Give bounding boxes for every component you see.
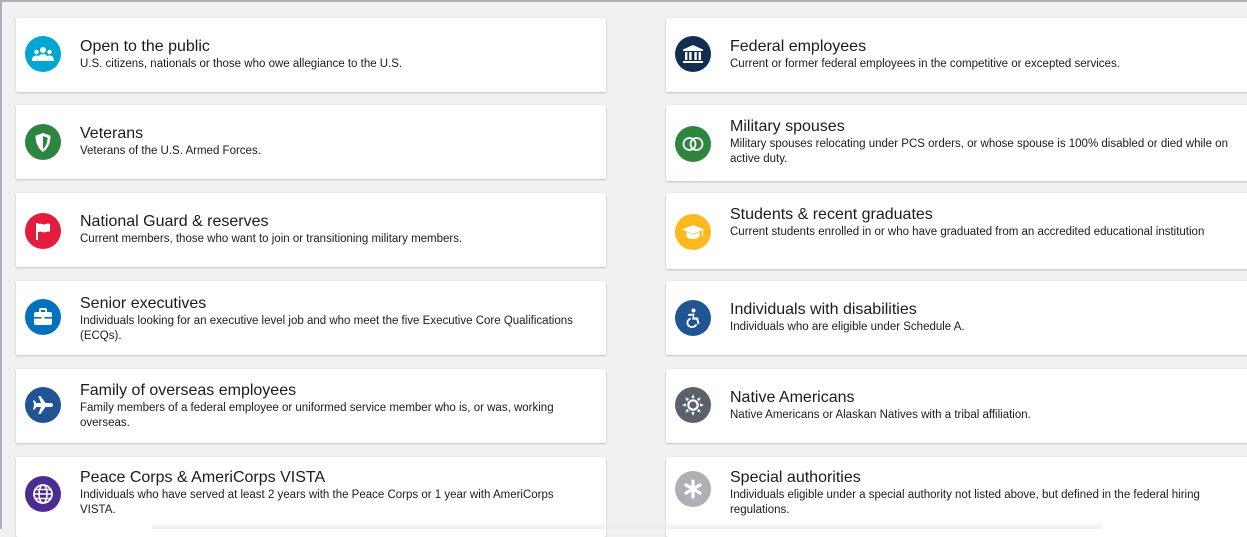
- card-description: Current members, those who want to join …: [80, 233, 463, 245]
- card-national-guard-reserves[interactable]: National Guard & reserves Current member…: [16, 193, 606, 267]
- card-military-spouses[interactable]: Military spouses Military spouses reloca…: [666, 105, 1247, 181]
- card-title: Military spouses: [730, 118, 845, 135]
- card-title: Peace Corps & AmeriCorps VISTA: [80, 469, 326, 486]
- sun-icon: [675, 387, 711, 423]
- rings-icon: [675, 126, 711, 162]
- card-title: Senior executives: [80, 295, 207, 312]
- card-title: Family of overseas employees: [80, 382, 297, 399]
- card-description: Individuals who are eligible under Sched…: [730, 321, 965, 333]
- graduation-cap-icon: [675, 214, 711, 250]
- card-description: Military spouses relocating under PCS or…: [730, 138, 1228, 165]
- asterisk-icon: [675, 471, 711, 507]
- card-title: Individuals with disabilities: [730, 301, 917, 318]
- building-icon: [675, 36, 711, 72]
- flag-icon: [25, 213, 61, 249]
- card-individuals-with-disabilities[interactable]: Individuals with disabilities Individual…: [666, 281, 1247, 355]
- globe-icon: [25, 476, 61, 512]
- card-description: Individuals looking for an executive lev…: [80, 315, 573, 342]
- card-open-to-the-public[interactable]: Open to the public U.S. citizens, nation…: [16, 18, 606, 92]
- briefcase-icon: [25, 299, 61, 335]
- card-title: Special authorities: [730, 469, 861, 486]
- card-special-authorities[interactable]: Special authorities Individuals eligible…: [666, 457, 1247, 537]
- card-description: Current or former federal employees in t…: [730, 58, 1120, 70]
- card-students-recent-graduates[interactable]: Students & recent graduates Current stud…: [666, 193, 1247, 269]
- card-description: Individuals who have served at least 2 y…: [80, 489, 554, 516]
- card-description: Family members of a federal employee or …: [80, 402, 554, 429]
- card-title: Federal employees: [730, 38, 867, 55]
- card-federal-employees[interactable]: Federal employees Current or former fede…: [666, 18, 1247, 92]
- card-description: U.S. citizens, nationals or those who ow…: [80, 58, 403, 70]
- card-description: Individuals eligible under a special aut…: [730, 489, 1200, 516]
- card-title: Students & recent graduates: [730, 206, 933, 223]
- card-veterans[interactable]: Veterans Veterans of the U.S. Armed Forc…: [16, 105, 606, 179]
- card-family-of-overseas-employees[interactable]: Family of overseas employees Family memb…: [16, 369, 606, 443]
- airplane-icon: [25, 387, 61, 423]
- card-title: National Guard & reserves: [80, 213, 269, 230]
- card-title: Veterans: [80, 125, 144, 142]
- people-icon: [25, 36, 61, 72]
- card-description: Native Americans or Alaskan Natives with…: [730, 409, 1031, 421]
- hiring-paths-panel: Open to the public U.S. citizens, nation…: [0, 0, 1247, 537]
- card-native-americans[interactable]: Native Americans Native Americans or Ala…: [666, 369, 1247, 443]
- shield-icon: [25, 124, 61, 160]
- card-title: Native Americans: [730, 389, 855, 406]
- card-description: Current students enrolled in or who have…: [730, 226, 1205, 238]
- card-peace-corps-americorps-vista[interactable]: Peace Corps & AmeriCorps VISTA Individua…: [16, 457, 606, 537]
- card-senior-executives[interactable]: Senior executives Individuals looking fo…: [16, 281, 606, 355]
- card-description: Veterans of the U.S. Armed Forces.: [80, 145, 261, 157]
- accessibility-icon: [675, 300, 711, 336]
- card-title: Open to the public: [80, 38, 210, 55]
